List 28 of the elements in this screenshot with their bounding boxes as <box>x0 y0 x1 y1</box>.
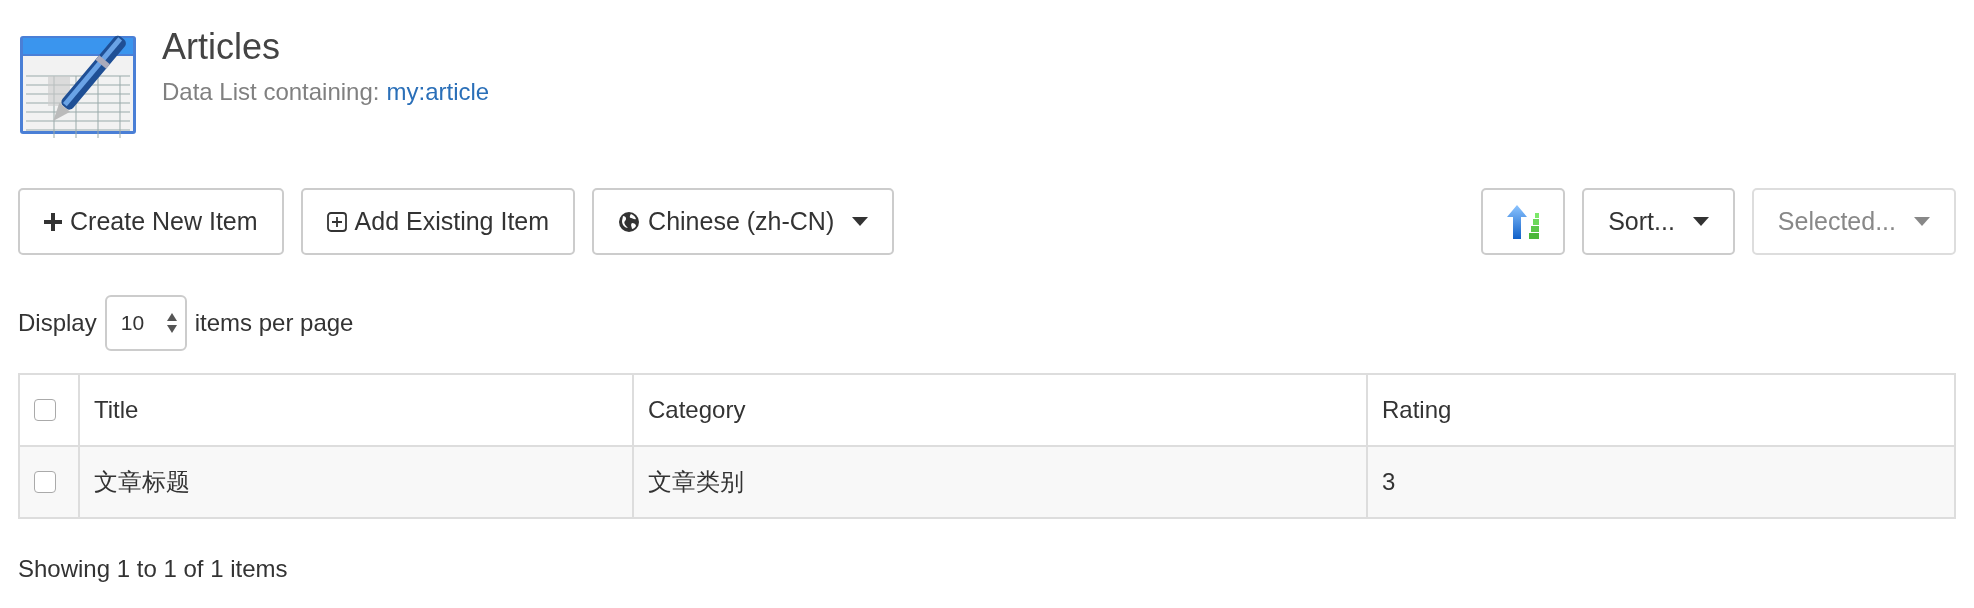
column-header[interactable]: Title <box>94 396 139 423</box>
table-cell: 文章类别 <box>648 468 744 495</box>
type-link[interactable]: my:article <box>386 78 490 105</box>
table-cell: 3 <box>1382 468 1396 495</box>
create-button[interactable]: Create New Item <box>18 188 284 255</box>
spinner-arrows-icon <box>166 313 177 333</box>
plus-square-icon <box>326 211 347 232</box>
display-label: Display <box>18 309 97 337</box>
item-count: Showing 1 to 1 of 1 items <box>18 555 289 583</box>
caret-down-icon <box>1692 217 1709 226</box>
items-per-page-label: items per page <box>194 309 354 337</box>
table-cell: 文章标题 <box>94 468 190 495</box>
caret-down-icon <box>852 217 869 226</box>
page-size-select[interactable]: 10 <box>104 295 187 351</box>
globe-icon <box>618 210 641 233</box>
plus-icon <box>44 212 62 231</box>
add-button[interactable]: Add Existing Item <box>300 188 576 255</box>
language-dropdown[interactable]: Chinese (zh-CN) <box>592 188 895 255</box>
checkbox[interactable] <box>34 471 56 493</box>
sort-ascending-icon <box>1507 204 1540 239</box>
dropdown-button[interactable]: Sort... <box>1582 188 1735 255</box>
checkbox[interactable] <box>34 399 56 421</box>
caret-down-icon <box>1914 217 1930 226</box>
page-title: Articles <box>162 26 282 68</box>
subtitle: Data List containing: <box>162 78 380 105</box>
column-header[interactable]: Category <box>648 396 746 423</box>
column-header[interactable]: Rating <box>1382 396 1452 423</box>
sort-direction-button[interactable] <box>1481 188 1566 255</box>
